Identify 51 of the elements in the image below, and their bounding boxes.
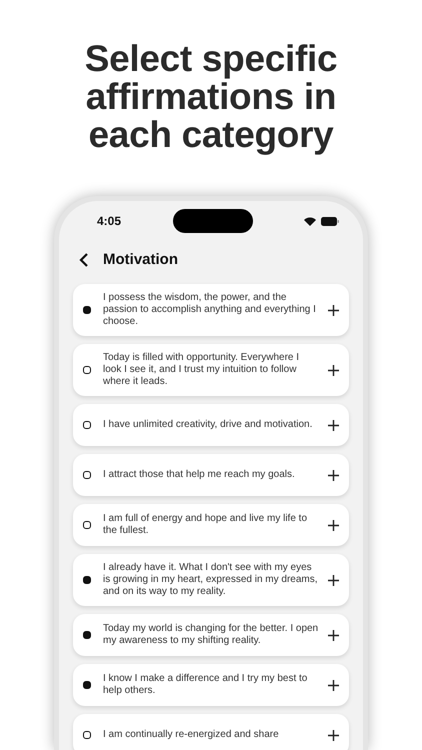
plus-icon <box>328 680 339 690</box>
battery-icon <box>321 216 339 226</box>
add-button[interactable] <box>328 630 339 640</box>
add-button[interactable] <box>328 730 339 740</box>
affirmation-card[interactable]: Today is filled with opportunity. Everywhere I look I see it, and I trust my intuition to follow where it leads. <box>73 344 349 396</box>
affirmation-card[interactable]: Today my world is changing for the better. I open my awareness to my shifting reality. <box>73 614 349 656</box>
status-time: 4:05 <box>97 214 122 228</box>
add-button[interactable] <box>328 470 339 480</box>
plus-icon <box>328 730 339 740</box>
plus-icon <box>328 520 339 530</box>
selection-checkbox[interactable] <box>83 681 91 689</box>
selection-checkbox[interactable] <box>83 306 91 314</box>
affirmation-text: I am continually re-energized and share <box>103 729 280 741</box>
affirmation-text: I am full of energy and hope and live my life to the fullest. <box>103 513 308 537</box>
affirmation-card[interactable]: I attract those that help me reach my goals. <box>73 454 349 496</box>
add-button[interactable] <box>328 364 339 376</box>
selection-checkbox[interactable] <box>83 471 91 479</box>
affirmation-card[interactable]: I already have it. What I don't see with my eyes is growing in my heart, expressed in my dreams, and on its way to my reality. <box>73 554 349 606</box>
affirmation-text: I have unlimited creativity, drive and motivation. <box>103 419 314 431</box>
affirmation-text: I already have it. What I don't see with my eyes is growing in my heart, expressed in my dreams, and on its way to my reality. <box>103 562 319 598</box>
add-button[interactable] <box>328 680 339 690</box>
affirmation-text: I attract those that help me reach my goals. <box>103 469 296 481</box>
affirmation-text: Today is filled with opportunity. Everywhere I look I see it, and I trust my intuition to follow where it leads. <box>103 352 300 388</box>
add-button[interactable] <box>328 420 339 430</box>
affirmation-card[interactable]: I have unlimited creativity, drive and motivation. <box>73 404 349 446</box>
affirmation-card[interactable]: I know I make a difference and I try my best to help others. <box>73 664 349 706</box>
plus-icon <box>328 304 339 316</box>
add-button[interactable] <box>328 520 339 530</box>
selection-checkbox[interactable] <box>83 731 91 739</box>
headline: Select specific affirmations in each category <box>84 40 338 154</box>
plus-icon <box>328 364 339 376</box>
screen-title: Motivation <box>103 251 178 268</box>
selection-checkbox[interactable] <box>83 521 91 529</box>
plus-icon <box>328 574 339 586</box>
plus-icon <box>328 470 339 480</box>
wifi-icon <box>304 216 316 226</box>
selection-checkbox[interactable] <box>83 576 91 584</box>
selection-checkbox[interactable] <box>83 421 91 429</box>
add-button[interactable] <box>328 574 339 586</box>
affirmation-text: I know I make a difference and I try my best to help others. <box>103 673 308 697</box>
plus-icon <box>328 420 339 430</box>
affirmation-card[interactable]: I possess the wisdom, the power, and the passion to accomplish anything and everything I choose. <box>73 284 349 336</box>
affirmation-text: I possess the wisdom, the power, and the passion to accomplish anything and everything I choose. <box>103 292 317 328</box>
plus-icon <box>328 630 339 640</box>
affirmation-card[interactable]: I am full of energy and hope and live my life to the fullest. <box>73 504 349 546</box>
add-button[interactable] <box>328 304 339 316</box>
affirmation-text: Today my world is changing for the better. I open my awareness to my shifting reality. <box>103 623 320 647</box>
selection-checkbox[interactable] <box>83 366 91 374</box>
back-icon[interactable] <box>79 252 89 266</box>
affirmation-card[interactable]: I am continually re-energized and share <box>73 714 349 750</box>
selection-checkbox[interactable] <box>83 631 91 639</box>
